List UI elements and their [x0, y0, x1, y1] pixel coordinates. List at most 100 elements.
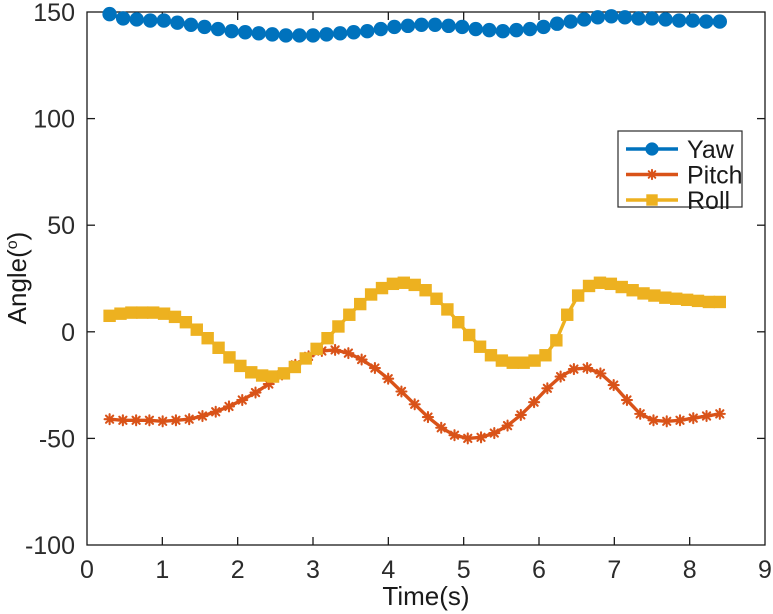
data-marker — [712, 14, 727, 29]
data-marker — [305, 28, 321, 43]
data-marker — [197, 19, 212, 35]
data-marker — [448, 429, 461, 442]
y-axis-title-degree: o — [4, 240, 21, 249]
data-marker — [321, 331, 334, 345]
data-marker — [522, 21, 538, 37]
data-marker — [539, 349, 552, 362]
data-marker — [671, 13, 687, 28]
data-marker — [563, 14, 578, 29]
data-marker — [238, 25, 253, 40]
data-marker — [169, 414, 182, 427]
y-tick-label: 0 — [61, 319, 75, 347]
data-marker — [473, 340, 487, 353]
data-marker — [509, 22, 524, 38]
data-marker — [136, 306, 149, 319]
data-marker — [234, 359, 247, 373]
data-marker — [130, 414, 143, 427]
data-marker — [170, 15, 185, 30]
data-marker — [634, 407, 647, 420]
chart-legend[interactable]: YawPitchRoll — [617, 130, 743, 215]
legend-label-roll[interactable]: Roll — [687, 187, 730, 215]
data-marker — [210, 21, 226, 37]
data-marker — [541, 382, 554, 395]
plot-area-border — [86, 11, 766, 546]
data-marker — [103, 309, 116, 323]
data-marker — [685, 13, 700, 28]
chart-figure: 0 1 2 3 4 5 6 7 8 9 -100 -50 0 50 100 150 Time(s) Angl… — [0, 0, 773, 614]
data-marker — [435, 421, 448, 434]
y-tick-label: -50 — [39, 425, 75, 453]
data-marker — [183, 17, 199, 32]
data-marker — [183, 413, 196, 426]
data-marker — [408, 398, 421, 411]
data-marker — [699, 14, 714, 29]
data-marker — [129, 12, 144, 27]
data-marker — [196, 409, 209, 423]
data-marker — [125, 306, 138, 319]
data-marker — [468, 21, 483, 37]
data-marker — [581, 361, 594, 375]
data-marker — [645, 142, 659, 156]
data-marker — [680, 293, 694, 307]
data-marker — [103, 413, 116, 426]
data-marker — [382, 372, 395, 385]
data-marker — [593, 276, 607, 289]
data-marker — [567, 363, 580, 376]
legend-label-yaw[interactable]: Yaw — [687, 136, 735, 164]
data-marker — [319, 27, 334, 42]
data-marker — [292, 28, 307, 43]
data-marker — [454, 19, 470, 35]
data-marker — [329, 343, 342, 356]
legend-label-pitch[interactable]: Pitch — [687, 162, 743, 190]
data-marker — [648, 289, 661, 302]
data-marker — [617, 10, 633, 25]
data-marker — [408, 278, 421, 292]
data-marker — [441, 303, 454, 316]
data-marker — [143, 13, 158, 28]
data-marker — [549, 16, 565, 31]
x-tick-label: 9 — [758, 556, 772, 584]
x-tick-label: 4 — [381, 556, 395, 584]
data-marker — [146, 306, 160, 319]
data-marker — [441, 18, 456, 34]
data-marker — [168, 310, 182, 324]
data-marker — [373, 21, 388, 37]
data-marker — [604, 9, 619, 24]
data-marker — [713, 407, 726, 420]
x-axis-tick-labels: 0 1 2 3 4 5 6 7 8 9 — [80, 556, 772, 584]
series-pitch — [103, 343, 726, 445]
x-tick-label: 5 — [457, 556, 471, 584]
data-marker — [659, 291, 672, 304]
data-marker — [452, 316, 465, 329]
data-marker — [637, 287, 650, 300]
data-marker — [687, 412, 700, 425]
data-marker — [299, 352, 312, 365]
data-marker — [501, 419, 514, 432]
data-marker — [582, 279, 596, 293]
data-marker — [713, 295, 726, 309]
data-marker — [658, 12, 673, 27]
series-roll — [103, 276, 726, 383]
data-marker — [360, 23, 375, 39]
data-marker — [310, 342, 323, 356]
data-marker — [364, 288, 378, 301]
data-marker — [626, 284, 639, 297]
y-tick-label: 50 — [47, 212, 75, 240]
data-marker — [691, 294, 705, 308]
x-tick-label: 8 — [683, 556, 697, 584]
data-marker — [646, 194, 658, 206]
data-series-layer — [102, 6, 727, 445]
data-marker — [550, 334, 563, 347]
data-marker — [346, 25, 361, 40]
data-marker — [495, 23, 511, 39]
data-marker — [245, 366, 258, 379]
data-marker — [342, 347, 355, 360]
data-marker — [644, 11, 660, 26]
line-chart-canvas: 0 1 2 3 4 5 6 7 8 9 -100 -50 0 50 100 150 Time(s) Angl… — [2, 0, 772, 611]
data-marker — [421, 411, 435, 424]
data-marker — [368, 361, 381, 375]
data-marker — [143, 414, 156, 427]
data-marker — [354, 297, 367, 311]
y-tick-label: -100 — [25, 532, 75, 560]
data-marker — [604, 277, 618, 291]
